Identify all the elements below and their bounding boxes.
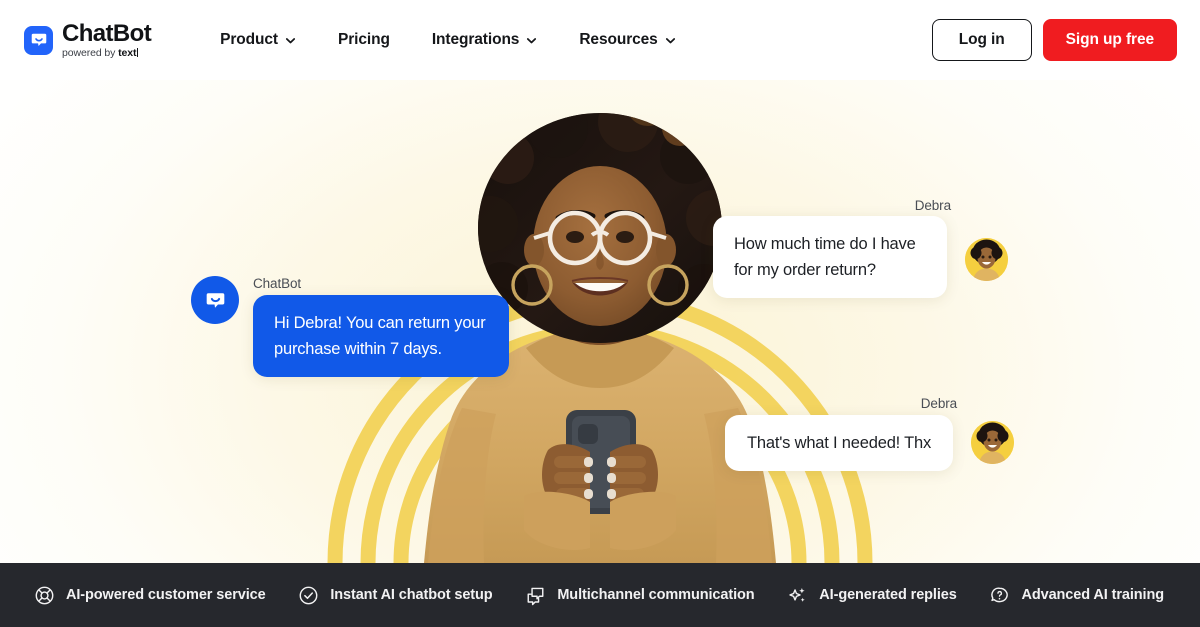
chat-sender-name: Debra xyxy=(914,198,951,213)
login-button[interactable]: Log in xyxy=(931,19,1032,61)
chat-bubble-bot: Hi Debra! You can return your purchase w… xyxy=(253,295,509,377)
text-cursor-icon xyxy=(136,47,139,57)
feature-label: Instant AI chatbot setup xyxy=(330,587,493,603)
chevron-down-icon xyxy=(665,37,675,43)
feature-label: Advanced AI training xyxy=(1021,587,1164,603)
feature-item-advanced-ai-training: Advanced AI training xyxy=(989,585,1164,606)
chevron-down-icon xyxy=(527,37,537,43)
chat-message: Debra How much time do I have for my ord… xyxy=(713,198,1008,298)
chatbot-avatar xyxy=(191,276,239,324)
sparkles-icon xyxy=(789,587,805,602)
nav-item-label: Pricing xyxy=(337,31,390,48)
feature-item-ai-powered-customer-service: AI-powered customer service xyxy=(34,585,266,606)
check-circle-icon xyxy=(299,586,318,604)
chat-overlay: Debra How much time do I have for my ord… xyxy=(0,80,1200,563)
feature-label: Multichannel communication xyxy=(557,587,755,603)
site-header: ChatBot powered by text Product Pricing … xyxy=(0,0,1200,80)
feature-label: AI-generated replies xyxy=(819,587,957,603)
chat-message: Debra That's what I needed! Thx xyxy=(725,396,1015,471)
nav-item-pricing[interactable]: Pricing xyxy=(317,31,411,49)
feature-item-instant-ai-chatbot-setup: Instant AI chatbot setup xyxy=(298,585,493,606)
header-actions: Log in Sign up free xyxy=(931,19,1177,61)
debra-avatar xyxy=(965,238,1008,281)
chat-question-icon xyxy=(991,587,1009,602)
lifebuoy-icon xyxy=(35,586,54,604)
feature-bar: AI-powered customer service Instant AI c… xyxy=(0,563,1200,627)
page-root: ChatBot powered by text Product Pricing … xyxy=(0,0,1200,627)
signup-button[interactable]: Sign up free xyxy=(1042,19,1177,61)
nav-item-label: Product xyxy=(220,31,278,48)
logo[interactable]: ChatBot powered by text xyxy=(24,19,152,59)
hero-section: Debra How much time do I have for my ord… xyxy=(0,80,1200,563)
multi-chat-icon xyxy=(527,587,544,605)
chat-bubble-icon xyxy=(24,25,53,55)
chat-sender-name: ChatBot xyxy=(253,276,302,291)
chat-message: ChatBot Hi Debra! You can return your pu… xyxy=(191,276,509,377)
main-navigation: Product Pricing Integrations Resources xyxy=(199,31,697,49)
logo-tagline-brand: text xyxy=(118,46,137,59)
debra-avatar xyxy=(971,421,1015,464)
logo-title: ChatBot xyxy=(62,19,152,47)
chat-sender-name: Debra xyxy=(920,396,958,411)
logo-tagline: powered by text xyxy=(62,46,151,59)
feature-label: AI-powered customer service xyxy=(66,587,266,603)
nav-item-label: Integrations xyxy=(431,31,520,48)
nav-item-product[interactable]: Product xyxy=(199,31,317,49)
nav-item-label: Resources xyxy=(579,31,658,48)
chat-bubble-user: How much time do I have for my order ret… xyxy=(713,216,947,298)
feature-list: AI-powered customer service Instant AI c… xyxy=(0,585,1200,606)
chat-bubble-user: That's what I needed! Thx xyxy=(725,415,954,471)
logo-tagline-prefix: powered by xyxy=(62,46,119,59)
nav-item-resources[interactable]: Resources xyxy=(558,31,696,49)
chevron-down-icon xyxy=(285,37,296,43)
nav-item-integrations[interactable]: Integrations xyxy=(411,31,559,49)
feature-item-multichannel-communication: Multichannel communication xyxy=(525,585,755,606)
feature-item-ai-generated-replies: AI-generated replies xyxy=(787,585,957,606)
